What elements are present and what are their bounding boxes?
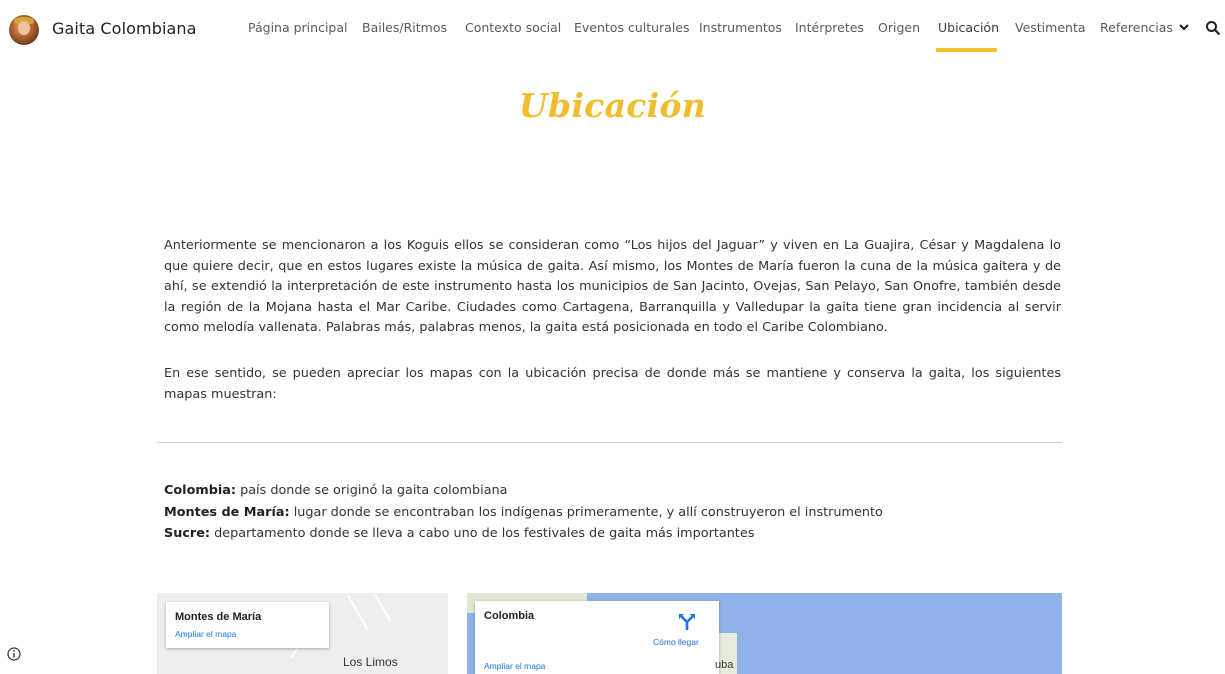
info-icon[interactable]: [7, 647, 21, 661]
nav-item-eventos-culturales[interactable]: Eventos culturales: [574, 20, 690, 35]
map-montes-de-maria[interactable]: Montes de María Ampliar el mapa Los Limo…: [157, 593, 448, 674]
map-road: [374, 594, 392, 622]
legend-term: Montes de María:: [164, 504, 290, 520]
map-info-card: Colombia Cómo llegar Ampliar el mapa: [475, 601, 719, 674]
legend-term: Sucre:: [164, 526, 211, 541]
active-nav-indicator: [936, 48, 997, 52]
legend-item: Colombia: país donde se originó la gaita…: [164, 480, 883, 502]
nav-item-contexto-social[interactable]: Contexto social: [465, 20, 561, 35]
legend-term: Colombia:: [164, 483, 236, 498]
nav-item-bailes-ritmos[interactable]: Bailes/Ritmos: [362, 20, 447, 35]
legend-desc: país donde se originó la gaita colombian…: [236, 483, 508, 498]
map-place-label: Los Limos: [343, 655, 398, 669]
section-divider: [157, 442, 1062, 443]
nav-item-referencias[interactable]: Referencias: [1100, 20, 1189, 35]
nav-item-instrumentos[interactable]: Instrumentos: [699, 20, 782, 35]
nav-item-pagina-principal[interactable]: Página principal: [248, 20, 347, 35]
legend-desc: departamento donde se lleva a cabo uno d…: [210, 526, 755, 541]
directions-icon[interactable]: [678, 613, 696, 631]
search-icon[interactable]: [1205, 20, 1221, 36]
nav-item-referencias-label: Referencias: [1100, 20, 1173, 35]
nav-item-vestimenta[interactable]: Vestimenta: [1015, 20, 1086, 35]
map-colombia[interactable]: Colombia Cómo llegar Ampliar el mapa uba: [467, 593, 1062, 674]
intro-paragraph: Anteriormente se mencionaron a los Kogui…: [164, 238, 1061, 335]
main-nav: Página principal Bailes/Ritmos Contexto …: [0, 20, 1225, 40]
enlarge-map-link[interactable]: Ampliar el mapa: [484, 661, 545, 671]
maps-intro-paragraph: En ese sentido, se pueden apreciar los m…: [164, 366, 1061, 402]
enlarge-map-link[interactable]: Ampliar el mapa: [175, 629, 236, 639]
legend-item: Montes de María: lugar donde se encontra…: [164, 502, 883, 524]
map-road: [347, 595, 369, 631]
nav-item-origen[interactable]: Origen: [878, 20, 920, 35]
site-header: Gaita Colombiana Página principal Bailes…: [0, 0, 1225, 58]
map-title: Colombia: [484, 610, 535, 622]
map-legend: Colombia: país donde se originó la gaita…: [164, 480, 883, 545]
chevron-down-icon: [1179, 24, 1189, 31]
page-title: Ubicación: [518, 86, 707, 125]
map-info-card: Montes de María Ampliar el mapa: [166, 602, 329, 648]
nav-item-interpretes[interactable]: Intérpretes: [795, 20, 864, 35]
map-title: Montes de María: [175, 611, 262, 623]
legend-item: Sucre: departamento donde se lleva a cab…: [164, 523, 883, 545]
map-place-label: uba: [715, 659, 734, 671]
legend-desc: lugar donde se encontraban los indígenas…: [289, 504, 883, 520]
nav-item-ubicacion[interactable]: Ubicación: [938, 20, 999, 35]
directions-link[interactable]: Cómo llegar: [653, 637, 699, 647]
